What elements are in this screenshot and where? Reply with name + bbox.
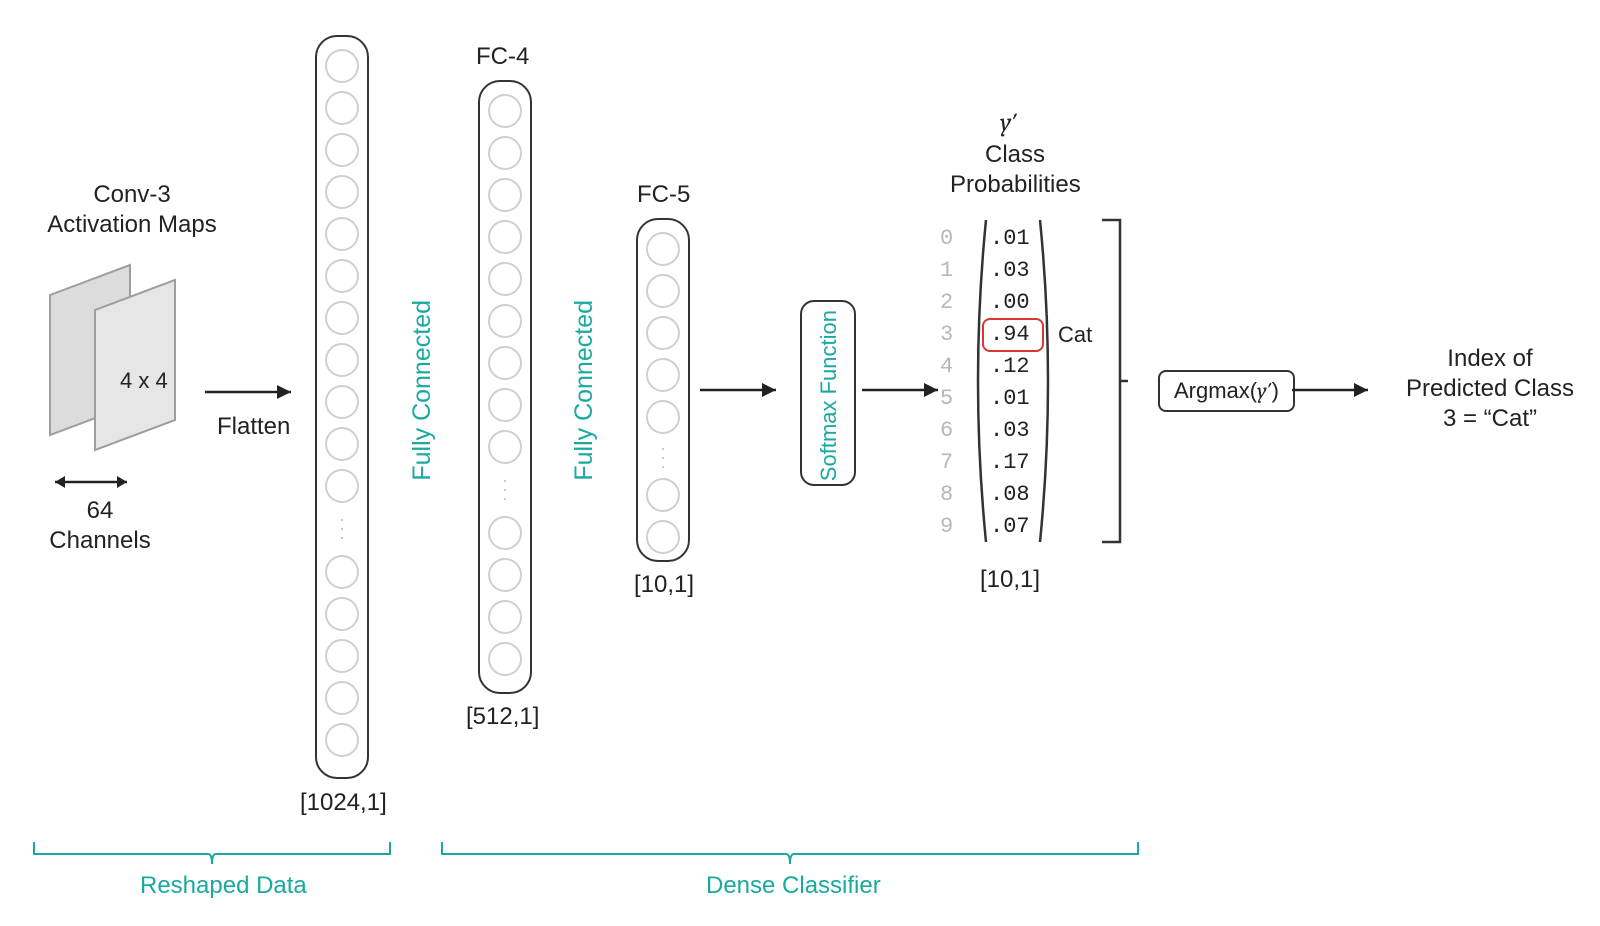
idx-0: 0 (940, 226, 953, 251)
idx-3: 3 (940, 322, 953, 347)
val-6: .03 (990, 418, 1030, 443)
fc-label-2: Fully Connected (570, 300, 599, 481)
idx-7: 7 (940, 450, 953, 475)
arrow-softmax-probs (862, 378, 952, 402)
argmax-box: Argmax(y′) (1158, 370, 1295, 412)
val-7: .17 (990, 450, 1030, 475)
val-4: .12 (990, 354, 1030, 379)
idx-2: 2 (940, 290, 953, 315)
softmax-box: Softmax Function (800, 300, 856, 486)
idx-4: 4 (940, 354, 953, 379)
flatten-arrow (205, 380, 305, 404)
conv3-title: Conv-3 Activation Maps (32, 180, 232, 240)
idx-9: 9 (940, 514, 953, 539)
yprime-label: y′ (1000, 108, 1017, 138)
channels-label: 64 Channels (40, 496, 160, 556)
channels-arrow (45, 470, 137, 494)
idx-8: 8 (940, 482, 953, 507)
selection-bracket (1100, 218, 1130, 544)
fc5-title: FC-5 (637, 180, 690, 210)
fc5-shape: [10,1] (634, 570, 694, 600)
idx-5: 5 (940, 386, 953, 411)
val-0: .01 (990, 226, 1030, 251)
conv3-dims: 4 x 4 (120, 368, 168, 394)
idx-1: 1 (940, 258, 953, 283)
argmax-label: Argmax(y′) (1174, 378, 1279, 403)
val-8: .08 (990, 482, 1030, 507)
vec1024-shape: [1024,1] (300, 788, 387, 818)
vector-512: ··· (478, 80, 532, 694)
diagram-stage: Conv-3 Activation Maps 4 x 4 64 Channels… (0, 0, 1600, 926)
class-prob-title: Class Probabilities (950, 140, 1080, 200)
flatten-label: Flatten (217, 412, 290, 442)
arrow-argmax-out (1292, 378, 1382, 402)
vector-10: ··· (636, 218, 690, 562)
val-5: .01 (990, 386, 1030, 411)
val-9: .07 (990, 514, 1030, 539)
fc-label-1: Fully Connected (408, 300, 437, 481)
val-1: .03 (990, 258, 1030, 283)
section-right-label: Dense Classifier (706, 872, 881, 900)
fc4-title: FC-4 (476, 42, 529, 72)
idx-6: 6 (940, 418, 953, 443)
arrow-fc5-softmax (700, 378, 790, 402)
vector-1024: ··· (315, 35, 369, 779)
paren-right (1036, 216, 1058, 546)
output-label: Index of Predicted Class 3 = “Cat” (1390, 344, 1590, 434)
softmax-label: Softmax Function (816, 310, 842, 481)
probs-block: 0 1 2 3 4 5 6 7 8 9 .01 .03 .00 .94 .12 … (940, 218, 1100, 538)
val-2: .00 (990, 290, 1030, 315)
prob-highlight (982, 318, 1044, 352)
paren-left (968, 216, 990, 546)
fc4-shape: [512,1] (466, 702, 539, 732)
probs-shape: [10,1] (980, 565, 1040, 595)
section-left-label: Reshaped Data (140, 872, 307, 900)
highlight-class-label: Cat (1058, 322, 1092, 348)
